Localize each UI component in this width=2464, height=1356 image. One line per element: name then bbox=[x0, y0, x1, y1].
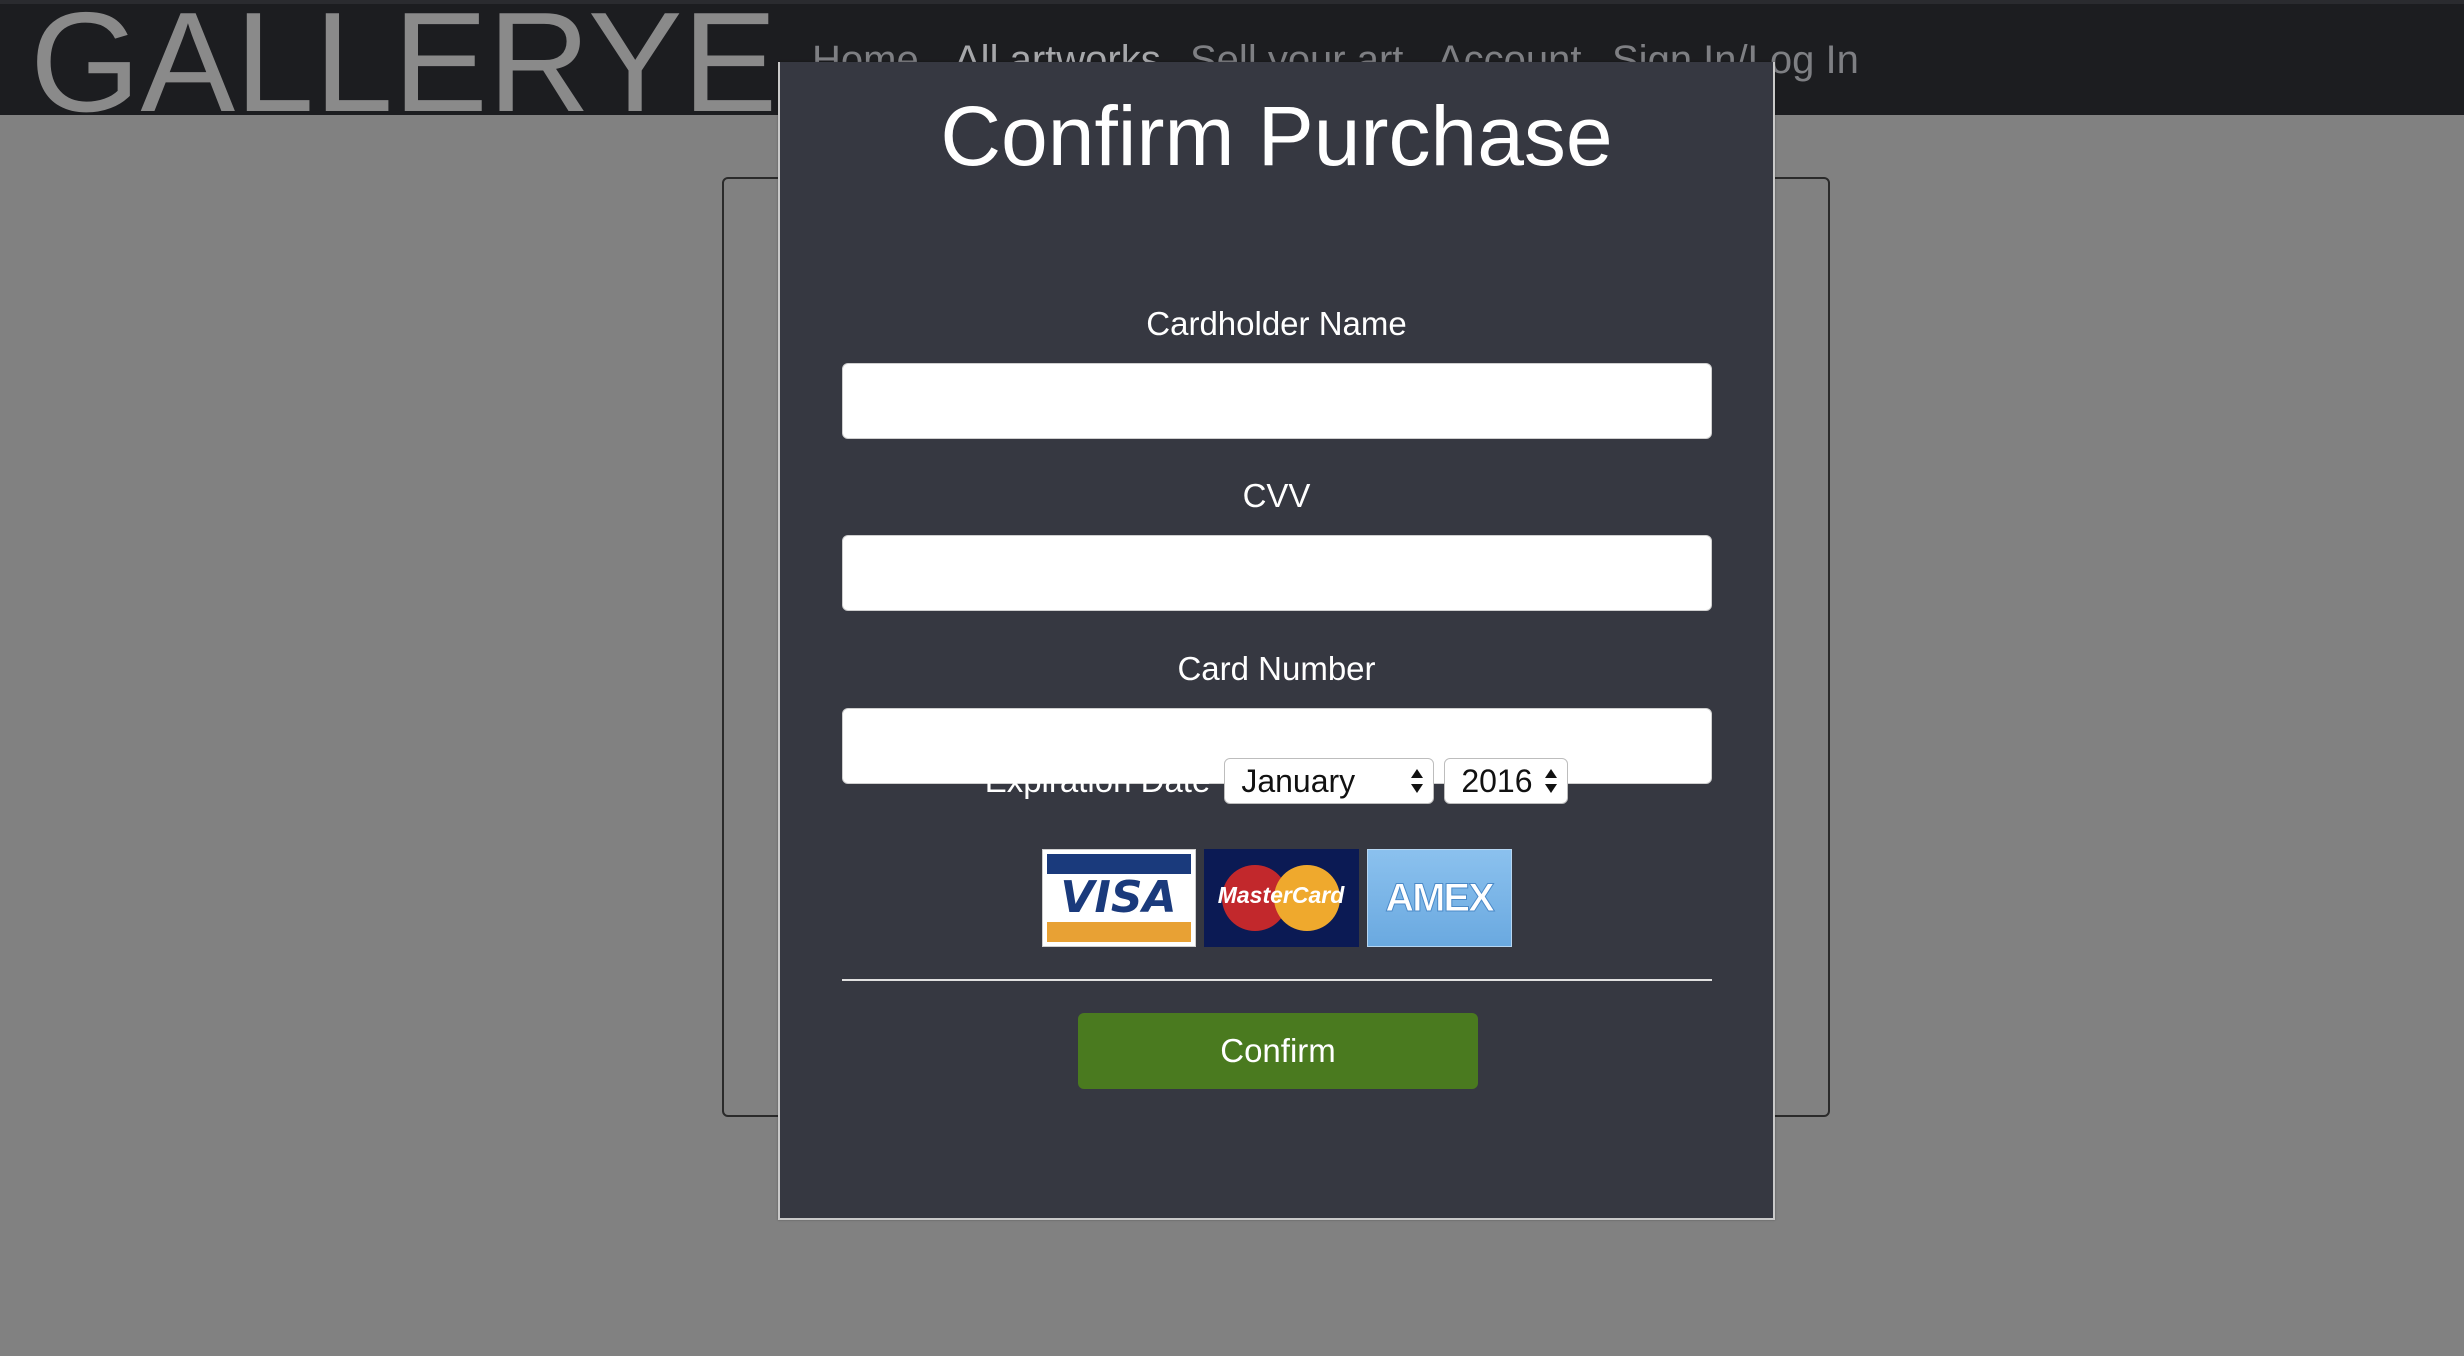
amex-logo: AMEX bbox=[1366, 849, 1512, 947]
cardholder-name-input[interactable] bbox=[842, 363, 1712, 439]
divider bbox=[842, 979, 1712, 981]
select-arrows-icon bbox=[1545, 769, 1558, 793]
month-select-value: January bbox=[1241, 762, 1356, 799]
modal-title: Confirm Purchase bbox=[940, 89, 1613, 183]
accepted-cards: VISA MasterCard AMEX bbox=[780, 849, 1773, 949]
visa-logo: VISA bbox=[1041, 849, 1196, 947]
cardholder-name-label: Cardholder Name bbox=[1146, 305, 1407, 342]
select-arrows-icon bbox=[1411, 769, 1424, 793]
site-logo[interactable]: GALLERYE bbox=[30, 0, 777, 134]
confirm-button[interactable]: Confirm bbox=[1078, 1013, 1478, 1089]
expiration-date-label: Expiration Date bbox=[984, 762, 1211, 799]
cvv-input[interactable] bbox=[842, 535, 1712, 611]
cvv-label: CVV bbox=[1242, 477, 1311, 514]
year-select-value: 2016 bbox=[1461, 762, 1533, 799]
year-select[interactable]: 2016 bbox=[1444, 758, 1569, 804]
month-select[interactable]: January bbox=[1224, 758, 1435, 804]
confirm-purchase-modal: Confirm Purchase Cardholder Name CVV Car… bbox=[778, 62, 1775, 1220]
card-number-label: Card Number bbox=[1177, 650, 1376, 687]
expiration-date-row: Expiration Date January 2016 bbox=[780, 756, 1773, 806]
mastercard-logo: MasterCard bbox=[1203, 849, 1359, 947]
